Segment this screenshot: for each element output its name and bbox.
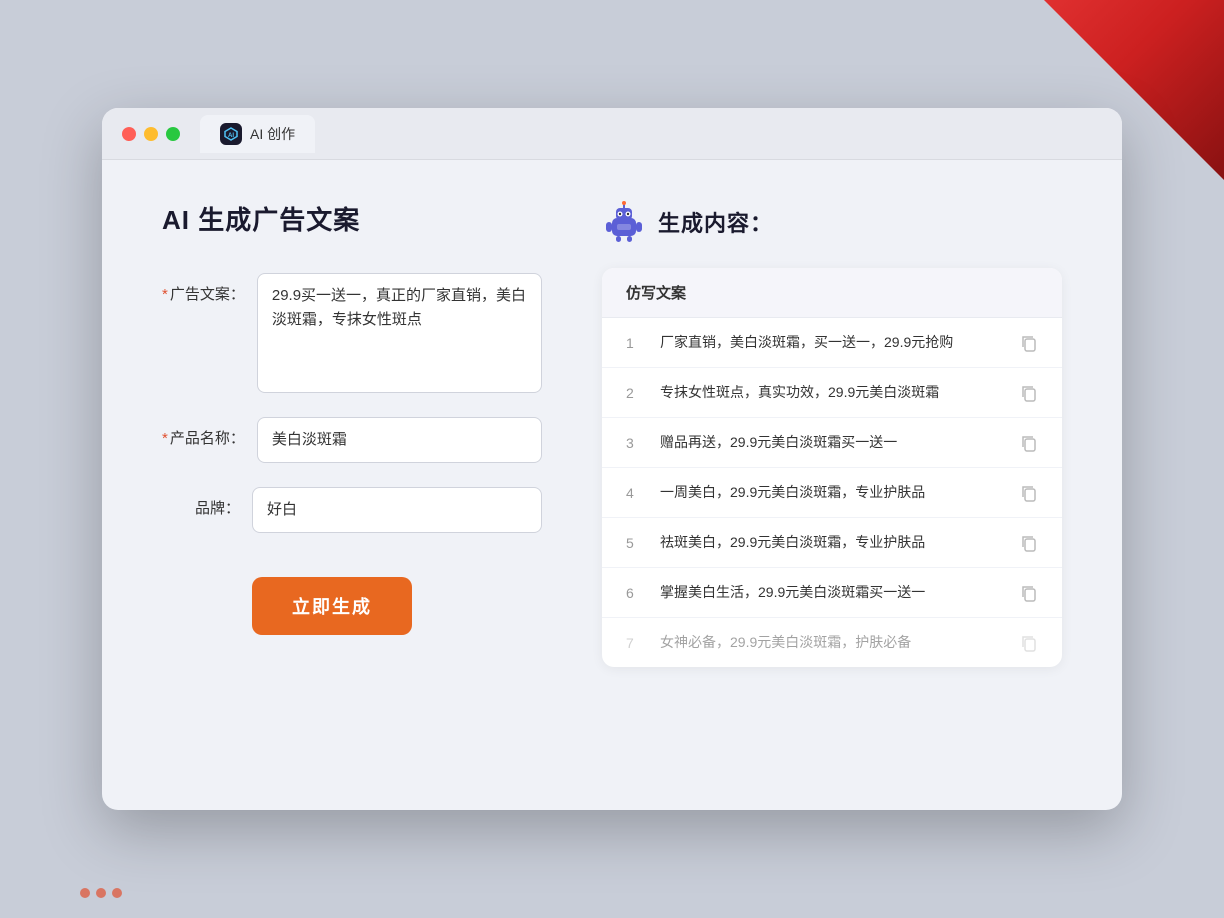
row-text: 掌握美白生活，29.9元美白淡斑霜买一送一 [660,582,1004,603]
product-name-label: *产品名称： [162,417,257,448]
browser-tab[interactable]: AI AI 创作 [200,115,315,153]
copy-icon[interactable] [1020,434,1038,452]
result-row: 3 赠品再送，29.9元美白淡斑霜买一送一 [602,418,1062,468]
result-row: 5 祛斑美白，29.9元美白淡斑霜，专业护肤品 [602,518,1062,568]
bg-dot [112,888,122,898]
row-text: 赠品再送，29.9元美白淡斑霜买一送一 [660,432,1004,453]
row-number: 6 [626,585,644,601]
row-number: 1 [626,335,644,351]
brand-input[interactable] [252,487,542,533]
required-star-2: * [162,430,168,447]
window-controls [122,127,180,141]
row-text: 女神必备，29.9元美白淡斑霜，护肤必备 [660,632,1004,653]
row-number: 5 [626,535,644,551]
copy-icon[interactable] [1020,534,1038,552]
minimize-button[interactable] [144,127,158,141]
row-number: 7 [626,635,644,651]
generate-button[interactable]: 立即生成 [252,577,412,635]
result-row: 6 掌握美白生活，29.9元美白淡斑霜买一送一 [602,568,1062,618]
result-table-header: 仿写文案 [602,268,1062,318]
tab-icon: AI [220,123,242,145]
row-number: 4 [626,485,644,501]
robot-icon [602,200,646,244]
row-number: 3 [626,435,644,451]
page-title: AI 生成广告文案 [162,200,542,237]
browser-window: AI AI 创作 AI 生成广告文案 *广告文案： *产品名称： [102,108,1122,810]
required-star: * [162,286,168,303]
copy-icon[interactable] [1020,584,1038,602]
ad-copy-input[interactable] [257,273,542,393]
main-content: AI 生成广告文案 *广告文案： *产品名称： 品牌： 立 [102,160,1122,810]
result-row: 2 专抹女性斑点，真实功效，29.9元美白淡斑霜 [602,368,1062,418]
row-text: 专抹女性斑点，真实功效，29.9元美白淡斑霜 [660,382,1004,403]
tab-label: AI 创作 [250,124,295,144]
row-text: 厂家直销，美白淡斑霜，买一送一，29.9元抢购 [660,332,1004,353]
row-text: 祛斑美白，29.9元美白淡斑霜，专业护肤品 [660,532,1004,553]
result-rows-container: 1 厂家直销，美白淡斑霜，买一送一，29.9元抢购 2 专抹女性斑点，真实功效，29… [602,318,1062,667]
row-text: 一周美白，29.9元美白淡斑霜，专业护肤品 [660,482,1004,503]
bg-dot [96,888,106,898]
right-panel: 生成内容： 仿写文案 1 厂家直销，美白淡斑霜，买一送一，29.9元抢购 2 专抹女… [602,200,1062,770]
brand-form-group: 品牌： [162,487,542,533]
brand-label: 品牌： [162,487,252,518]
row-number: 2 [626,385,644,401]
copy-icon[interactable] [1020,334,1038,352]
result-row: 4 一周美白，29.9元美白淡斑霜，专业护肤品 [602,468,1062,518]
product-name-form-group: *产品名称： [162,417,542,463]
result-row: 7 女神必备，29.9元美白淡斑霜，护肤必备 [602,618,1062,667]
title-bar: AI AI 创作 [102,108,1122,160]
svg-text:AI: AI [228,133,234,139]
ad-copy-form-group: *广告文案： [162,273,542,393]
product-name-input[interactable] [257,417,542,463]
ad-copy-label: *广告文案： [162,273,257,304]
result-row: 1 厂家直销，美白淡斑霜，买一送一，29.9元抢购 [602,318,1062,368]
left-panel: AI 生成广告文案 *广告文案： *产品名称： 品牌： 立 [162,200,542,770]
copy-icon[interactable] [1020,384,1038,402]
copy-icon[interactable] [1020,484,1038,502]
bg-dot [80,888,90,898]
result-header: 生成内容： [602,200,1062,244]
maximize-button[interactable] [166,127,180,141]
copy-icon[interactable] [1020,634,1038,652]
result-table: 仿写文案 1 厂家直销，美白淡斑霜，买一送一，29.9元抢购 2 专抹女性斑点，真实… [602,268,1062,667]
result-title: 生成内容： [658,206,773,238]
bg-decoration-bottom-left [80,888,122,898]
close-button[interactable] [122,127,136,141]
